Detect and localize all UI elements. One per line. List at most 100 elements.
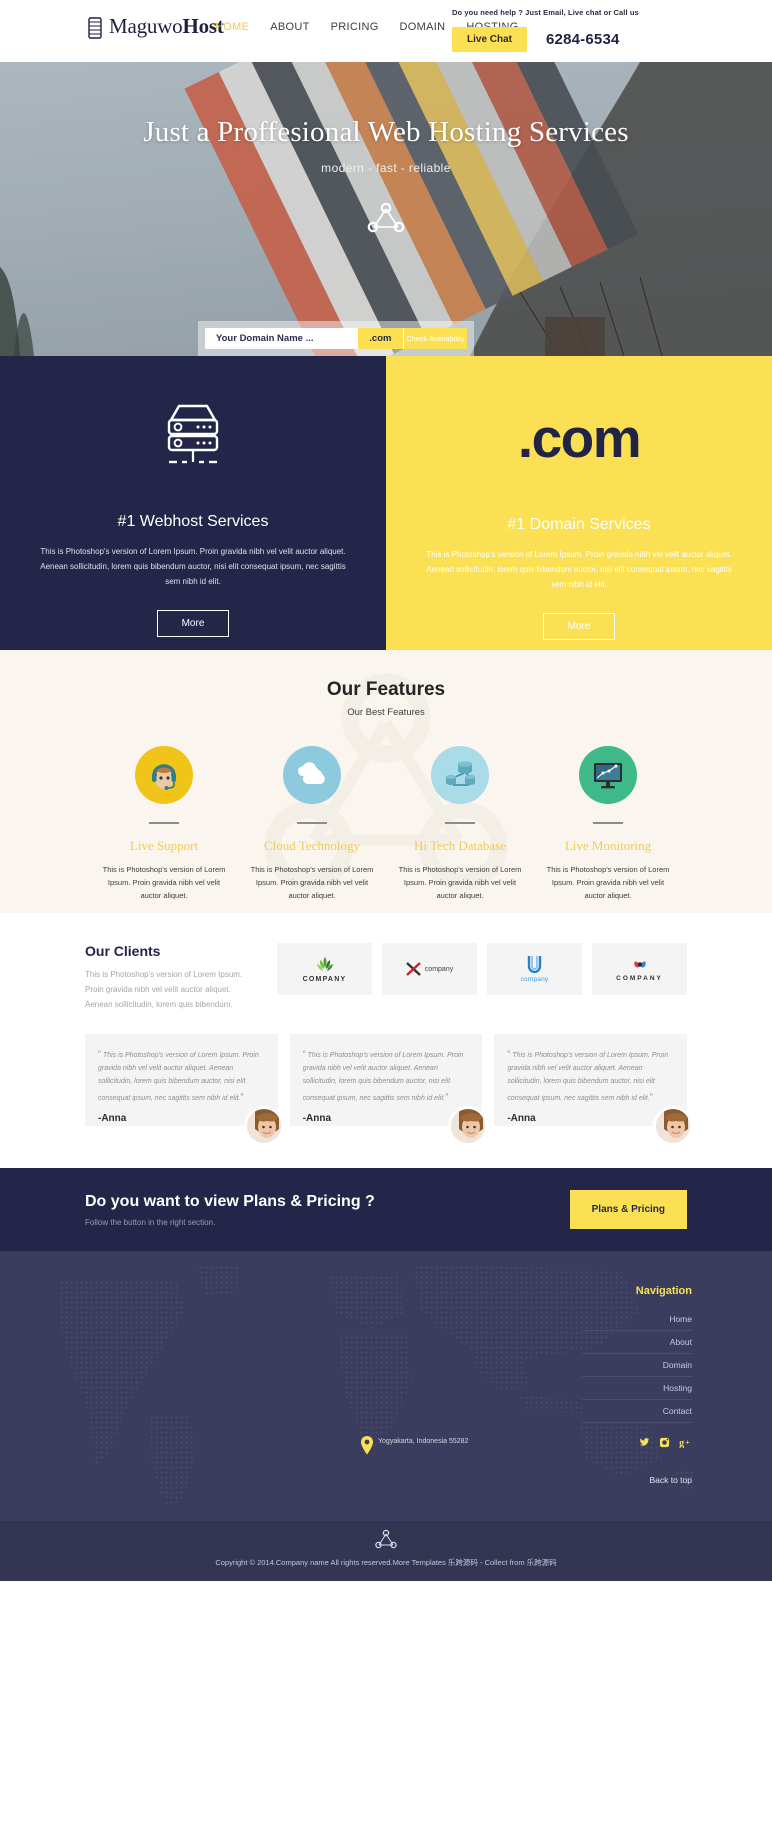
footer-link-hosting[interactable]: Hosting (582, 1377, 692, 1400)
features-content: Our Features Our Best Features Live Supp… (0, 650, 772, 902)
tld-selector[interactable]: .com (358, 328, 403, 349)
database-network-icon (431, 746, 489, 804)
back-to-top-link[interactable]: Back to top (582, 1475, 692, 1485)
clients-title: Our Clients (85, 943, 161, 959)
svg-text:+: + (686, 1437, 690, 1446)
feature-desc: This is Photoshop's version of Lorem Ips… (546, 865, 670, 901)
map-pin-label: Yogyakarta, Indonesia 55282 (378, 1438, 469, 1445)
clients-top-row: Our Clients This is Photoshop's version … (85, 943, 687, 1012)
dot-com-text: .com (517, 407, 642, 469)
client-logo-caption: company (424, 965, 454, 973)
service-panels: #1 Webhost Services This is Photoshop's … (0, 356, 772, 650)
cta-subtitle: Follow the button in the right section. (85, 1217, 216, 1227)
site-footer: Navigation Home About Domain Hosting Con… (0, 1251, 772, 1521)
google-plus-icon[interactable]: g + (679, 1437, 692, 1451)
client-logo-caption: company (520, 976, 549, 983)
social-links: g + (582, 1437, 692, 1451)
nav-item-pricing[interactable]: PRICING (331, 21, 379, 33)
plans-pricing-button[interactable]: Plans & Pricing (569, 1190, 687, 1229)
domain-search-input[interactable] (205, 328, 358, 349)
feature-name: Cloud Technology (264, 838, 360, 853)
feature-live-monitoring[interactable]: Live Monitoring This is Photoshop's vers… (534, 746, 682, 902)
copyright-text: Copyright © 2014.Company name All rights… (215, 1558, 557, 1567)
testimonial-card: “ This is Photoshop's version of Lorem I… (85, 1034, 284, 1147)
nav-item-domain[interactable]: DOMAIN (400, 21, 446, 33)
quote-mark-icon: ” (649, 1092, 653, 1103)
feature-desc: This is Photoshop's version of Lorem Ips… (398, 865, 522, 901)
cta-banner: Do you want to view Plans & Pricing ? Fo… (0, 1168, 772, 1251)
x-company-logo (405, 962, 421, 976)
footer-nav-title: Navigation (635, 1285, 692, 1297)
map-pin-icon[interactable] (360, 1436, 374, 1460)
leaf-company-logo (316, 956, 333, 971)
network-node-icon (373, 1527, 399, 1556)
hero-section: Just a Proffesional Web Hosting Services… (0, 62, 772, 356)
features-section: Our Features Our Best Features Live Supp… (0, 650, 772, 913)
server-rack-icon (38, 396, 348, 480)
webhost-panel: #1 Webhost Services This is Photoshop's … (0, 356, 386, 650)
nav-item-about[interactable]: ABOUT (270, 21, 309, 33)
hero-subtitle: modern - fast - reliable (321, 161, 451, 175)
footer-link-about[interactable]: About (582, 1331, 692, 1354)
feature-divider (297, 822, 327, 824)
feature-divider (593, 822, 623, 824)
help-actions: Live Chat 6284-6534 (452, 26, 652, 52)
hero-title: Just a Proffesional Web Hosting Services (143, 116, 629, 148)
testimonials-row: “ This is Photoshop's version of Lorem I… (85, 1034, 694, 1147)
client-logo-caption: COMPANY (302, 975, 347, 983)
quote-mark-icon: “ (507, 1049, 511, 1060)
testimonial-quote: “ This is Photoshop's version of Lorem I… (303, 1046, 470, 1106)
avatar (243, 1106, 284, 1147)
svg-text:g: g (679, 1438, 684, 1448)
feature-name: Live Support (129, 838, 199, 853)
client-logo-4[interactable]: COMPANY (592, 943, 687, 995)
testimonial-author: -Anna (98, 1113, 127, 1125)
feature-hi-tech-database[interactable]: Hi Tech Database This is Photoshop's ver… (386, 746, 534, 902)
check-availability-button[interactable]: Check Availability (402, 328, 467, 349)
feature-live-support[interactable]: Live Support This is Photoshop's version… (90, 746, 238, 902)
client-logo-3[interactable]: company (487, 943, 582, 995)
u-company-logo (527, 956, 542, 974)
site-logo[interactable]: MaguwoHost (88, 14, 224, 39)
footer-link-contact[interactable]: Contact (582, 1400, 692, 1423)
cta-title: Do you want to view Plans & Pricing ? (85, 1192, 375, 1210)
instagram-icon[interactable] (659, 1437, 670, 1451)
phone-number: 6284-6534 (546, 30, 620, 48)
swirl-company-logo (633, 961, 646, 968)
help-text: Do you need help ? Just Email, Live chat… (452, 8, 639, 17)
testimonial-card: “ This is Photoshop's version of Lorem I… (289, 1034, 489, 1147)
quote-mark-icon: “ (98, 1049, 101, 1060)
client-logo-2[interactable]: company (382, 943, 477, 995)
testimonial-quote-text: This is Photoshop's version of Lorem Ips… (302, 1052, 464, 1103)
feature-desc: This is Photoshop's version of Lorem Ips… (102, 865, 226, 901)
feature-desc: This is Photoshop's version of Lorem Ips… (250, 865, 374, 901)
twitter-icon[interactable] (639, 1437, 650, 1451)
header-help-area: Do you need help ? Just Email, Live chat… (452, 8, 652, 52)
quote-mark-icon: ” (240, 1092, 244, 1103)
network-node-icon (361, 197, 411, 237)
domain-more-button[interactable]: More (543, 613, 615, 641)
feature-divider (445, 822, 475, 824)
clients-intro: Our Clients This is Photoshop's version … (85, 943, 255, 1012)
client-logo-grid: COMPANY company company COMPANY (277, 943, 687, 1012)
testimonial-quote: “ This is Photoshop's version of Lorem I… (507, 1046, 674, 1106)
clients-desc: This is Photoshop's version of Lorem Ips… (85, 970, 243, 1009)
webhost-panel-title: #1 Webhost Services (117, 513, 269, 530)
cta-text-block: Do you want to view Plans & Pricing ? Fo… (85, 1193, 375, 1227)
nav-item-home[interactable]: HOME (215, 21, 249, 33)
footer-link-domain[interactable]: Domain (582, 1354, 692, 1377)
testimonial-quote-text: This is Photoshop's version of Lorem Ips… (98, 1052, 259, 1103)
server-logo-icon (88, 17, 102, 39)
testimonial-card: “ This is Photoshop's version of Lorem I… (494, 1034, 694, 1147)
logo-text: MaguwoHost (109, 14, 224, 39)
live-chat-button[interactable]: Live Chat (452, 26, 528, 52)
dot-com-display: .com (424, 396, 734, 480)
client-logo-1[interactable]: COMPANY (277, 943, 372, 995)
webhost-more-button[interactable]: More (157, 610, 229, 638)
domain-search-bar: .com Check Availability (198, 321, 474, 356)
testimonial-quote: “ This is Photoshop's version of Lorem I… (98, 1046, 265, 1106)
footer-link-home[interactable]: Home (582, 1308, 692, 1331)
feature-cloud-technology[interactable]: Cloud Technology This is Photoshop's ver… (238, 746, 386, 902)
feature-name: Live Monitoring (564, 838, 652, 853)
quote-mark-icon: ” (445, 1092, 449, 1103)
